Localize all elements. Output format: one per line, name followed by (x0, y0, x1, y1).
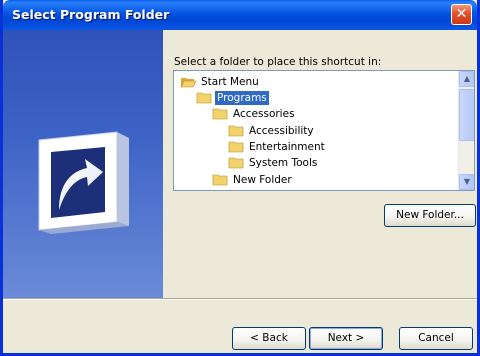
close-button[interactable]: ✕ (451, 4, 472, 25)
open-folder-icon (180, 78, 196, 88)
select-program-folder-dialog: Select Program Folder ✕ Select a folder … (0, 0, 480, 356)
folder-icon (196, 92, 212, 104)
shortcut-arrow-icon (38, 131, 129, 234)
tree-item-accessories[interactable]: Accessories (212, 106, 297, 122)
tree-scrollbar[interactable]: ▲ ▼ (458, 71, 474, 190)
tree-item-programs[interactable]: Programs (196, 90, 269, 106)
folder-icon (228, 157, 244, 169)
wizard-side-panel (3, 30, 163, 298)
folder-icon (228, 141, 244, 153)
tree-item-entertainment[interactable]: Entertainment (228, 139, 327, 155)
tree-item-label: New Folder (233, 174, 292, 186)
folder-icon (228, 125, 244, 137)
scroll-down-button[interactable]: ▼ (459, 174, 474, 190)
tree-item-label: Accessibility (249, 125, 314, 137)
back-button[interactable]: < Back (232, 327, 306, 350)
tree-item-system-tools[interactable]: System Tools (228, 155, 319, 171)
next-button[interactable]: Next > (309, 327, 383, 350)
folder-prompt: Select a folder to place this shortcut i… (174, 56, 382, 68)
scroll-thumb[interactable] (459, 89, 474, 141)
chevron-down-icon: ▼ (463, 177, 471, 186)
tree-item-accessibility[interactable]: Accessibility (228, 123, 316, 139)
folder-icon (212, 108, 228, 120)
folder-icon (212, 174, 228, 186)
tree-item-label: Accessories (233, 108, 295, 120)
tree-item-label: Start Menu (201, 76, 259, 88)
tree-item-label: Entertainment (249, 141, 325, 153)
scroll-up-button[interactable]: ▲ (459, 71, 474, 87)
folder-tree[interactable]: Start Menu Programs Accessories Accessib… (173, 70, 475, 191)
button-separator (3, 298, 477, 300)
tree-item-start-menu[interactable]: Start Menu (180, 74, 261, 90)
new-folder-button[interactable]: New Folder... (384, 204, 476, 227)
tree-item-label: System Tools (249, 157, 318, 169)
cancel-button[interactable]: Cancel (399, 327, 473, 350)
close-icon: ✕ (455, 6, 468, 22)
tree-item-label: Programs (215, 91, 269, 105)
folder-tree-list: Start Menu Programs Accessories Accessib… (174, 71, 459, 190)
window-title: Select Program Folder (12, 7, 170, 22)
title-bar[interactable]: Select Program Folder ✕ (3, 0, 477, 30)
chevron-up-icon: ▲ (463, 74, 471, 83)
tree-item-new-folder[interactable]: New Folder (212, 172, 294, 188)
